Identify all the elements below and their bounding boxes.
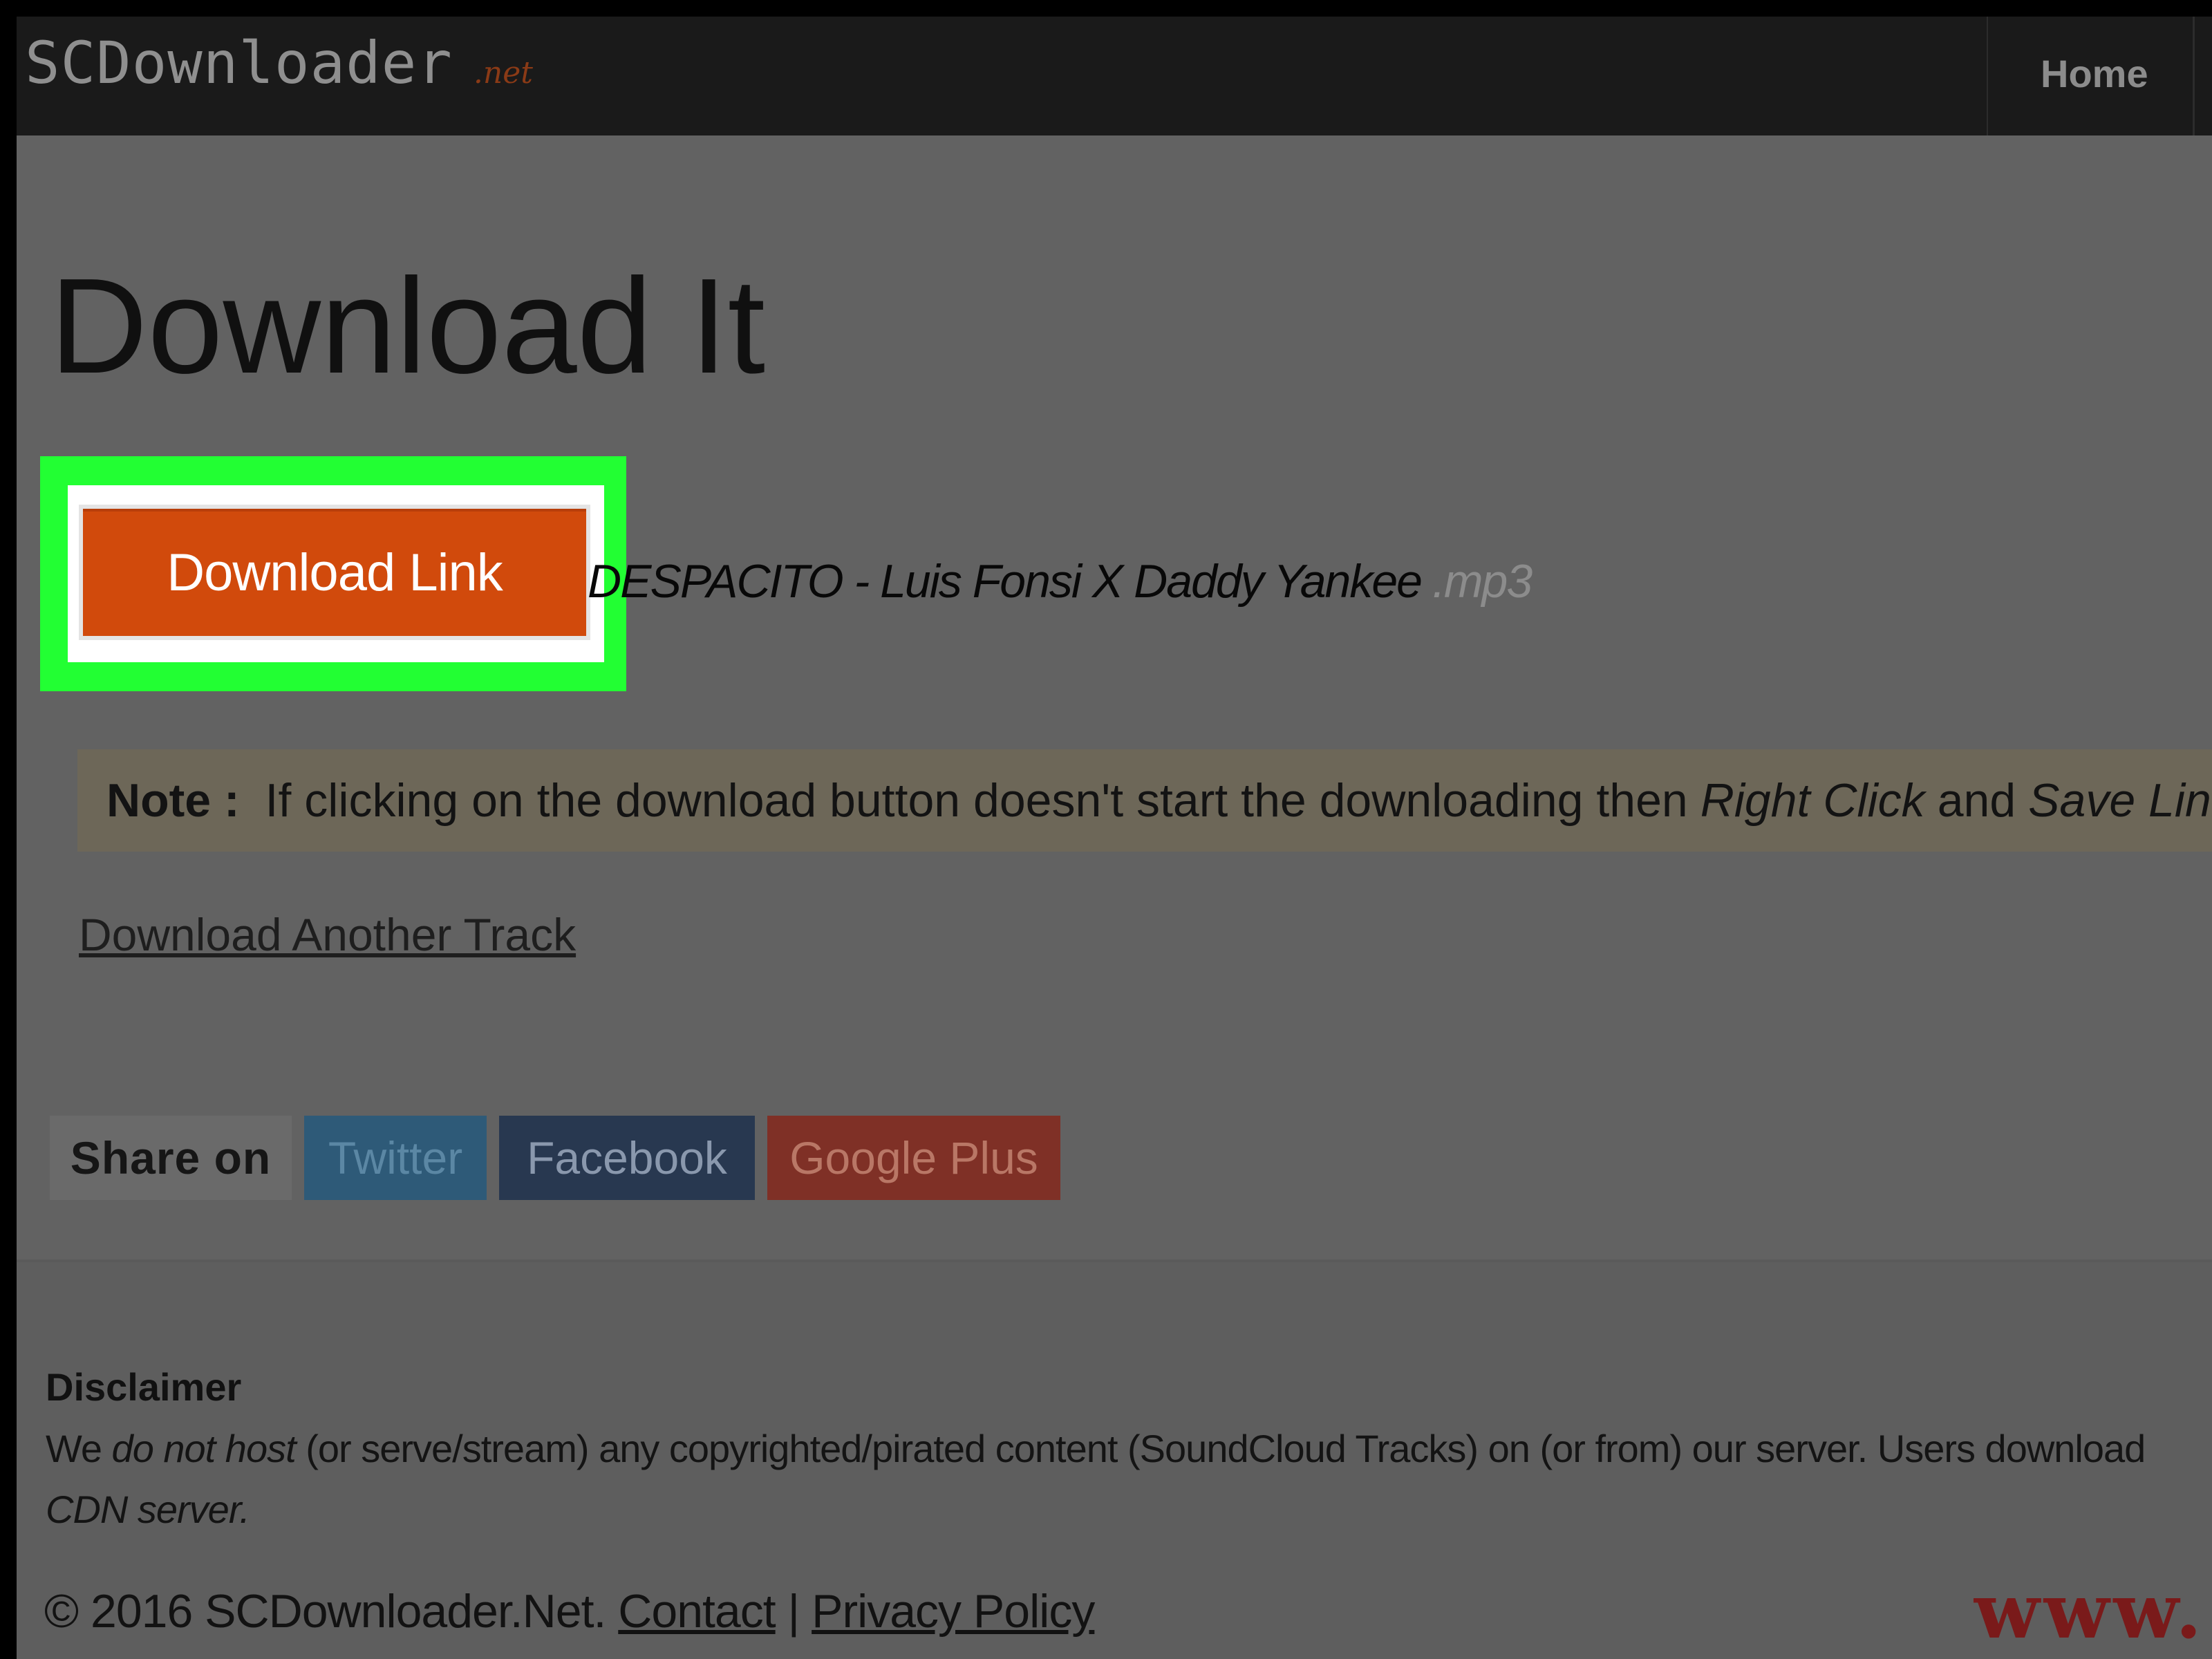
disclaimer-text: We do not host (or serve/stream) any cop… [46,1418,2212,1540]
watermark-logo: www. [1974,1566,2206,1656]
share-bar: Share on Twitter Facebook Google Plus [50,1116,1060,1200]
disclaimer-cdn: CDN server. [46,1488,250,1531]
note-right-click: Right Click [1700,774,1925,827]
copyright-line: © 2016 SCDownloader.Net. Contact | Priva… [44,1584,1095,1638]
note-banner: Note : If clicking on the download butto… [77,749,2212,852]
brand-tld: .net [473,55,533,91]
note-and: and [1937,774,2016,827]
contact-link[interactable]: Contact [618,1585,776,1638]
disclaimer-do-not-host: do not host [111,1427,297,1470]
track-title: DESPACITO - Luis Fonsi X Daddy Yankee .mp… [588,554,1533,608]
share-google-plus-button[interactable]: Google Plus [767,1116,1060,1200]
share-facebook-button[interactable]: Facebook [499,1116,755,1200]
brand-name: SCDownloader [25,29,453,97]
download-link-button[interactable]: Download Link [79,505,590,640]
copyright-text: © 2016 SCDownloader.Net. [44,1585,606,1638]
note-save-link: Save Link As [2028,774,2212,827]
nav-divider [1987,17,1988,135]
track-extension: .mp3 [1432,555,1533,608]
disclaimer-body: (or serve/stream) any copyrighted/pirate… [295,1427,2146,1470]
page-title: Download It [50,250,766,402]
disclaimer-we: We [46,1427,112,1470]
nav-home-link[interactable]: Home [2041,51,2148,96]
note-text: If clicking on the download button doesn… [252,774,1688,827]
share-label: Share on [50,1116,292,1200]
privacy-policy-link[interactable]: Privacy Policy [812,1585,1095,1638]
disclaimer-title: Disclaimer [46,1365,242,1409]
footer: Disclaimer We do not host (or serve/stre… [17,1262,2212,1659]
brand-logo[interactable]: SCDownloader .net [25,29,533,112]
track-name: DESPACITO - Luis Fonsi X Daddy Yankee [588,555,1423,608]
nav-divider [2193,17,2195,135]
page: SCDownloader .net Home Download It Downl… [17,17,2212,1659]
footer-separator: | [787,1585,800,1638]
download-another-track-link[interactable]: Download Another Track [79,908,576,961]
navbar: SCDownloader .net Home [17,17,2212,135]
share-twitter-button[interactable]: Twitter [304,1116,487,1200]
note-label: Note : [106,774,240,827]
